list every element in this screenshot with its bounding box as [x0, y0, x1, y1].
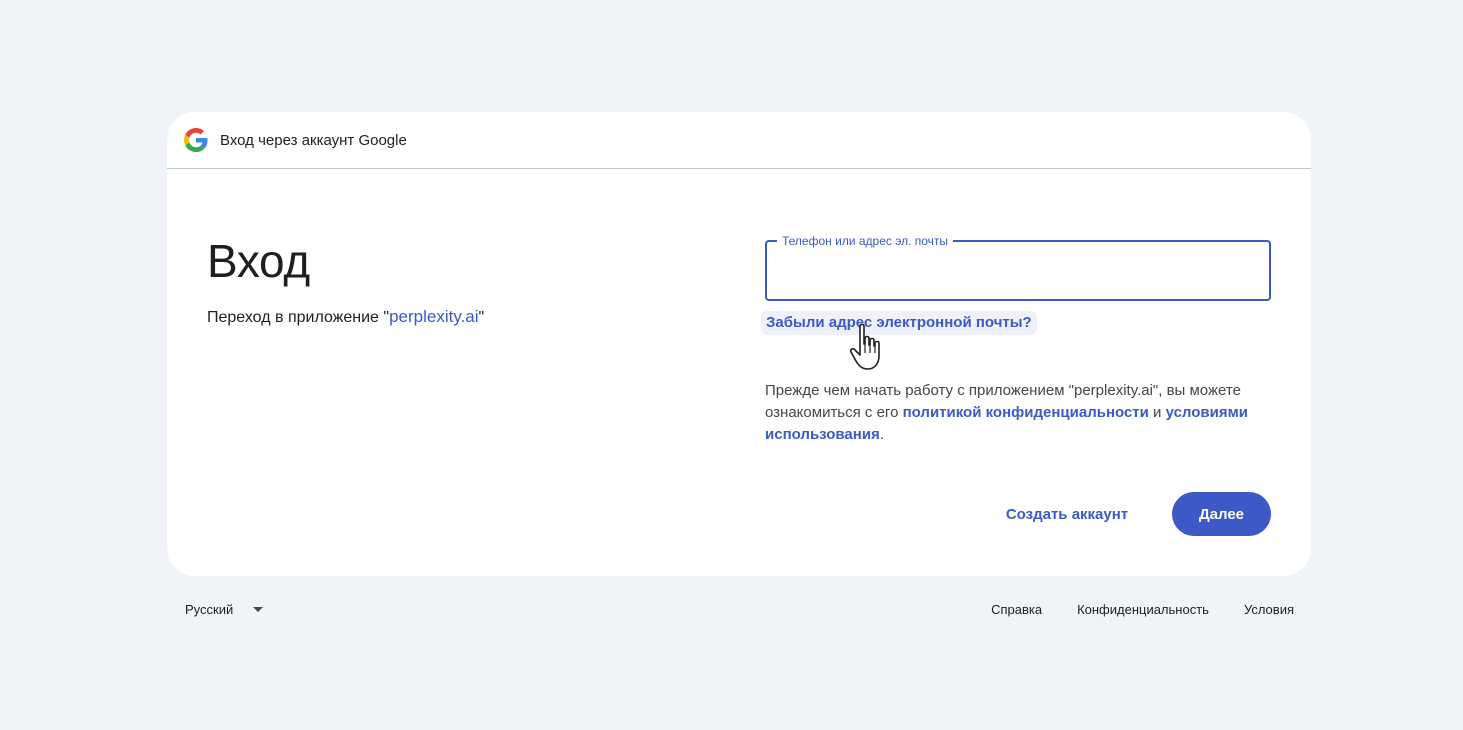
caret-down-icon [253, 607, 264, 612]
card-header: Вход через аккаунт Google [167, 112, 1311, 169]
signin-card: Вход через аккаунт Google Вход Переход в… [167, 112, 1311, 576]
notice-and: и [1148, 404, 1166, 421]
footer-privacy-link[interactable]: Конфиденциальность [1077, 602, 1209, 617]
privacy-notice: Прежде чем начать работу с приложением "… [765, 380, 1275, 446]
footer-links: Справка Конфиденциальность Условия [956, 602, 1294, 617]
notice-end: . [879, 426, 884, 443]
hand-pointer-cursor-icon [849, 323, 880, 370]
email-field-label: Телефон или адрес эл. почты [777, 233, 954, 249]
privacy-policy-link[interactable]: политикой конфиденциальности [903, 404, 1149, 421]
footer: Русский Справка Конфиденциальность Услов… [167, 598, 1311, 624]
email-field-container[interactable]: Телефон или адрес эл. почты [765, 233, 1271, 301]
page-subtitle: Переход в приложение "perplexity.ai" [207, 307, 484, 327]
footer-terms-link[interactable]: Условия [1244, 602, 1294, 617]
page-title: Вход [207, 235, 310, 287]
language-selector[interactable]: Русский [185, 602, 264, 617]
google-g-icon [184, 128, 208, 152]
footer-help-link[interactable]: Справка [991, 602, 1042, 617]
subtitle-prefix: Переход в приложение " [207, 309, 390, 326]
intro-section: Вход Переход в приложение "perplexity.ai… [207, 233, 484, 327]
next-button[interactable]: Далее [1172, 492, 1271, 536]
header-title: Вход через аккаунт Google [220, 131, 407, 149]
subtitle-suffix: " [478, 309, 485, 326]
language-label: Русский [185, 602, 234, 617]
email-field[interactable] [767, 242, 1269, 299]
forgot-email-link[interactable]: Забыли адрес электронной почты? [761, 311, 1037, 335]
app-name-link[interactable]: perplexity.ai [389, 307, 478, 326]
create-account-button[interactable]: Создать аккаунт [989, 492, 1145, 536]
